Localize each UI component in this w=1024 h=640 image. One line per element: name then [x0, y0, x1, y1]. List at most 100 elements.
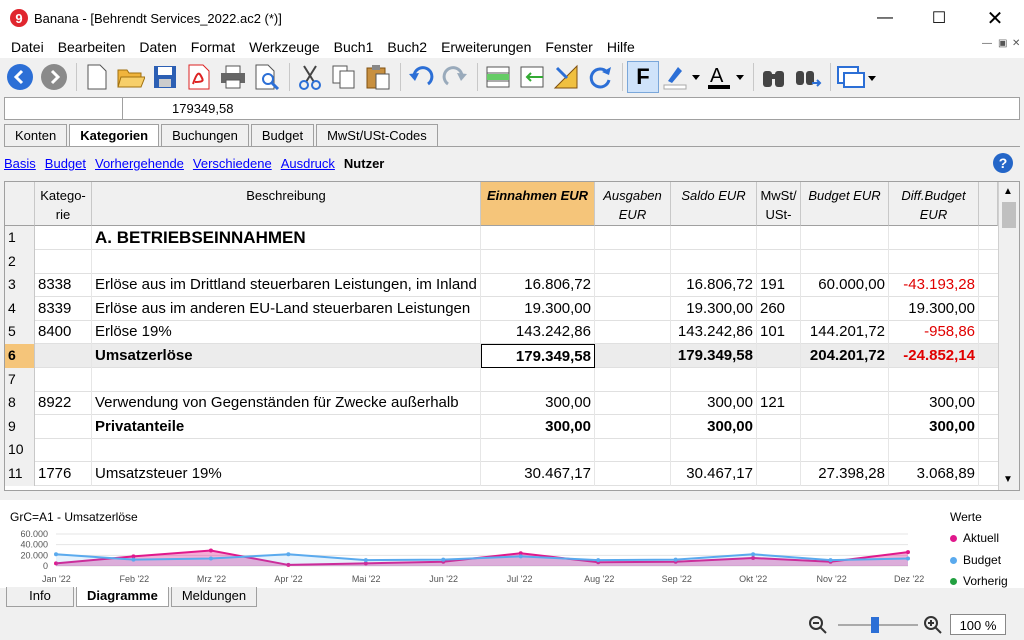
cell-ein[interactable] — [481, 438, 595, 463]
scrollbar-thumb[interactable] — [1002, 202, 1016, 228]
cell-saldo[interactable] — [671, 226, 757, 250]
highlight-color-icon[interactable] — [661, 61, 703, 93]
cell-kat[interactable] — [35, 226, 92, 250]
cell-aus[interactable] — [595, 414, 671, 439]
cell-budget[interactable] — [801, 438, 889, 463]
scroll-up-icon[interactable]: ▲ — [1003, 186, 1013, 197]
cell-diff[interactable]: -24.852,14 — [889, 344, 979, 368]
cell-reference-field[interactable] — [5, 98, 123, 119]
cut-icon[interactable] — [294, 61, 326, 93]
menu-buch1[interactable]: Buch1 — [327, 39, 381, 55]
cell-mwst[interactable]: 191 — [757, 273, 801, 298]
tab-info[interactable]: Info — [6, 587, 74, 607]
insert-rows-icon[interactable] — [482, 61, 514, 93]
view-vorhergehende[interactable]: Vorhergehende — [95, 156, 184, 171]
cell-mwst[interactable]: 121 — [757, 391, 801, 416]
menu-format[interactable]: Format — [184, 39, 242, 55]
cell-mwst[interactable]: 260 — [757, 296, 801, 321]
cell-mwst[interactable] — [757, 344, 801, 368]
close-button[interactable]: ✕ — [972, 0, 1018, 36]
cell-diff[interactable]: 300,00 — [889, 391, 979, 416]
cell-mwst[interactable] — [757, 367, 801, 392]
forward-icon[interactable] — [38, 61, 70, 93]
cell-diff[interactable]: 19.300,00 — [889, 296, 979, 321]
vertical-scrollbar[interactable]: ▲ ▼ — [998, 182, 1019, 490]
cell-kat[interactable] — [35, 344, 92, 368]
menu-daten[interactable]: Daten — [132, 39, 183, 55]
help-icon[interactable]: ? — [993, 153, 1013, 173]
cell-ein[interactable] — [481, 249, 595, 274]
new-file-icon[interactable] — [81, 61, 113, 93]
zoom-level-field[interactable]: 100 % — [950, 614, 1006, 635]
menu-fenster[interactable]: Fenster — [538, 39, 599, 55]
header-diff-budget[interactable]: Diff.Budget EUR — [889, 182, 979, 226]
bold-format-icon[interactable]: F — [627, 61, 659, 93]
find-replace-icon[interactable] — [792, 61, 824, 93]
cell-saldo[interactable]: 16.806,72 — [671, 273, 757, 298]
cell-budget[interactable]: 60.000,00 — [801, 273, 889, 298]
cell-beschr[interactable]: Erlöse 19% — [92, 320, 481, 345]
cell-aus[interactable] — [595, 249, 671, 274]
maximize-button[interactable]: ☐ — [916, 0, 962, 36]
cell-ein[interactable] — [481, 367, 595, 392]
scroll-down-icon[interactable]: ▼ — [1003, 474, 1013, 485]
cell-diff[interactable] — [889, 438, 979, 463]
table-row[interactable]: 8 8922 Verwendung von Gegenständen für Zwe… — [5, 391, 998, 416]
cell-budget[interactable]: 204.201,72 — [801, 344, 889, 368]
cell-saldo[interactable]: 143.242,86 — [671, 320, 757, 345]
print-preview-icon[interactable] — [251, 61, 283, 93]
open-folder-icon[interactable] — [115, 61, 147, 93]
table-row[interactable]: 5 8400 Erlöse 19% 143.242,86 143.242,86 101 14… — [5, 320, 998, 345]
pdf-icon[interactable] — [183, 61, 215, 93]
cell-beschr[interactable]: Verwendung von Gegenständen für Zwecke a… — [92, 391, 481, 416]
tab-kategorien[interactable]: Kategorien — [69, 124, 160, 147]
table-row[interactable]: 7 — [5, 367, 998, 392]
table-row[interactable]: 10 — [5, 438, 998, 463]
cell-value-field[interactable]: 179349,58 — [172, 101, 233, 116]
menu-buch2[interactable]: Buch2 — [380, 39, 434, 55]
cell-kat[interactable] — [35, 249, 92, 274]
cell-kat[interactable]: 8400 — [35, 320, 92, 345]
header-einnahmen[interactable]: Einnahmen EUR — [481, 182, 595, 226]
tab-mwst-codes[interactable]: MwSt/USt-Codes — [316, 124, 438, 146]
recalculate-icon[interactable] — [584, 61, 616, 93]
cell-diff[interactable] — [889, 226, 979, 250]
cell-saldo[interactable]: 30.467,17 — [671, 462, 757, 486]
cell-diff[interactable]: 300,00 — [889, 414, 979, 439]
view-basis[interactable]: Basis — [4, 156, 36, 171]
minimize-button[interactable]: — — [862, 0, 908, 36]
cell-ein[interactable]: 16.806,72 — [481, 273, 595, 298]
tab-budget[interactable]: Budget — [250, 124, 315, 146]
cell-diff[interactable] — [889, 249, 979, 274]
mdi-restore-icon[interactable]: ▣ — [998, 38, 1007, 49]
tab-buchungen[interactable]: Buchungen — [161, 124, 249, 146]
cell-ein[interactable]: 179.349,58 — [481, 344, 595, 368]
cell-saldo[interactable] — [671, 438, 757, 463]
cell-ein[interactable]: 19.300,00 — [481, 296, 595, 321]
zoom-in-icon[interactable] — [923, 615, 943, 638]
ruler-tool-icon[interactable] — [550, 61, 582, 93]
window-layout-icon[interactable] — [835, 61, 879, 93]
menu-hilfe[interactable]: Hilfe — [600, 39, 642, 55]
cell-budget[interactable]: 27.398,28 — [801, 462, 889, 486]
save-icon[interactable] — [149, 61, 181, 93]
cell-saldo[interactable]: 179.349,58 — [671, 344, 757, 368]
zoom-slider-thumb[interactable] — [871, 617, 879, 633]
cell-beschr[interactable]: Erlöse aus im anderen EU-Land steuerbare… — [92, 296, 481, 321]
cell-saldo[interactable] — [671, 367, 757, 392]
cell-aus[interactable] — [595, 367, 671, 392]
cell-budget[interactable] — [801, 414, 889, 439]
cell-mwst[interactable] — [757, 226, 801, 250]
cell-diff[interactable]: 3.068,89 — [889, 462, 979, 486]
cell-beschr[interactable]: Umsatzerlöse — [92, 344, 481, 368]
table-row[interactable]: 9 Privatanteile 300,00 300,00 300,00 — [5, 414, 998, 439]
cell-aus[interactable] — [595, 296, 671, 321]
header-ausgaben[interactable]: Ausgaben EUR — [595, 182, 671, 226]
delete-rows-icon[interactable] — [516, 61, 548, 93]
cell-saldo[interactable]: 300,00 — [671, 391, 757, 416]
cell-mwst[interactable] — [757, 438, 801, 463]
cell-aus[interactable] — [595, 462, 671, 486]
menu-datei[interactable]: Datei — [4, 39, 51, 55]
mdi-close-icon[interactable]: ✕ — [1012, 38, 1020, 49]
cell-ein[interactable]: 143.242,86 — [481, 320, 595, 345]
